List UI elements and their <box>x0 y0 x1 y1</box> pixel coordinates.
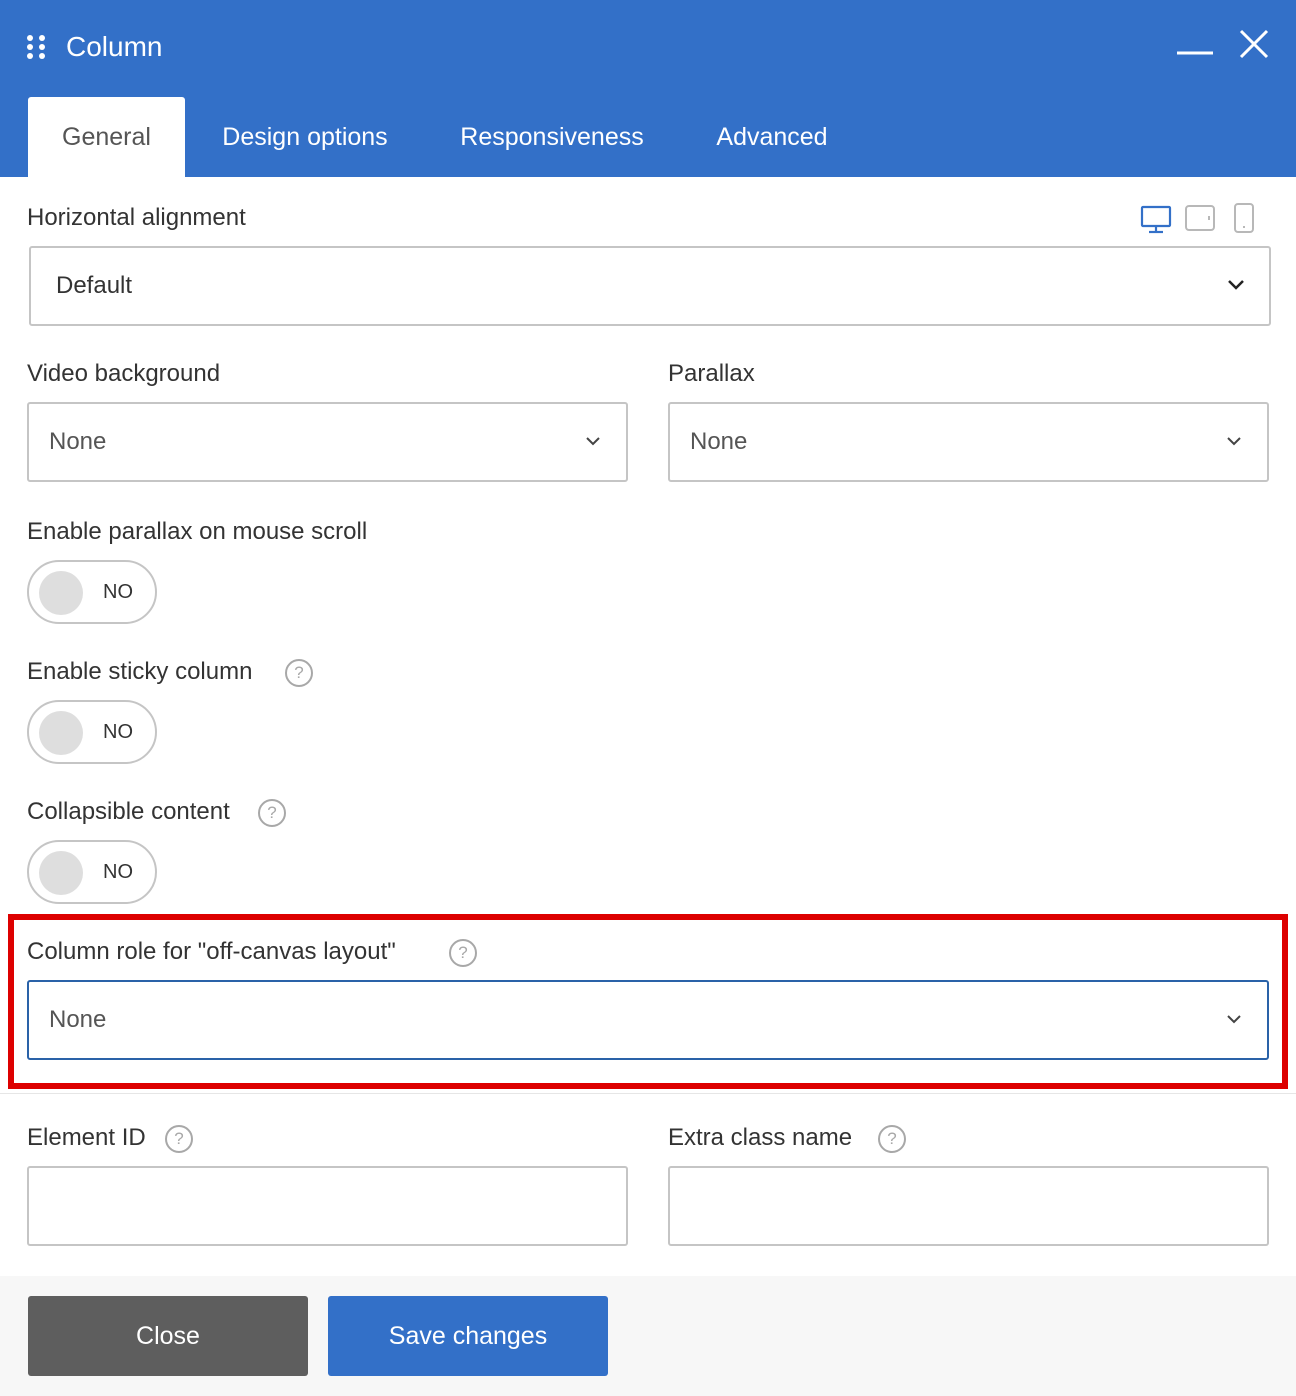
help-icon[interactable]: ? <box>878 1125 906 1153</box>
chevron-down-icon <box>1227 1015 1241 1024</box>
dialog-title: Column <box>66 31 163 62</box>
toggle-knob <box>39 851 83 895</box>
toggle-state: NO <box>103 861 133 883</box>
toggle-state: NO <box>103 721 133 743</box>
desktop-icon[interactable] <box>1140 205 1172 240</box>
horizontal-alignment-select[interactable]: Default <box>29 246 1271 326</box>
chevron-down-icon <box>1228 280 1244 290</box>
offcanvas-role-select[interactable]: None <box>27 980 1269 1060</box>
close-button[interactable]: Close <box>28 1296 308 1376</box>
dialog-header: Column General Design options Responsive… <box>0 0 1296 177</box>
tab-design-options[interactable]: Design options <box>203 97 407 177</box>
parallax-mouse-toggle[interactable]: NO <box>27 560 157 624</box>
help-icon[interactable]: ? <box>258 799 286 827</box>
offcanvas-role-value: None <box>49 1006 107 1033</box>
video-background-select[interactable]: None <box>27 402 628 482</box>
tab-general[interactable]: General <box>28 97 185 177</box>
toggle-knob <box>39 711 83 755</box>
minimize-icon[interactable] <box>1175 24 1215 68</box>
help-icon[interactable]: ? <box>165 1125 193 1153</box>
extra-class-input[interactable] <box>668 1166 1269 1246</box>
horizontal-alignment-value: Default <box>56 272 133 299</box>
save-changes-button[interactable]: Save changes <box>328 1296 608 1376</box>
toggle-knob <box>39 571 83 615</box>
element-id-input[interactable] <box>27 1166 628 1246</box>
close-icon[interactable] <box>1234 24 1274 68</box>
sticky-column-label: Enable sticky column <box>27 658 253 685</box>
help-icon[interactable]: ? <box>285 659 313 687</box>
parallax-value: None <box>690 428 748 455</box>
chevron-down-icon <box>586 437 600 446</box>
tablet-icon[interactable] <box>1184 204 1216 237</box>
video-background-value: None <box>49 428 107 455</box>
tab-advanced[interactable]: Advanced <box>698 97 846 177</box>
chevron-down-icon <box>1227 437 1241 446</box>
divider <box>0 1093 1296 1094</box>
parallax-select[interactable]: None <box>668 402 1269 482</box>
parallax-mouse-label: Enable parallax on mouse scroll <box>27 518 368 545</box>
toggle-state: NO <box>103 581 133 603</box>
help-icon[interactable]: ? <box>449 939 477 967</box>
parallax-label: Parallax <box>668 360 755 387</box>
horizontal-alignment-label: Horizontal alignment <box>27 204 246 231</box>
video-background-label: Video background <box>27 360 221 387</box>
collapsible-content-label: Collapsible content <box>27 798 230 825</box>
sticky-column-toggle[interactable]: NO <box>27 700 157 764</box>
offcanvas-role-label: Column role for "off-canvas layout" <box>27 938 396 965</box>
collapsible-content-toggle[interactable]: NO <box>27 840 157 904</box>
extra-class-label: Extra class name <box>668 1124 853 1151</box>
tab-responsiveness[interactable]: Responsiveness <box>443 97 661 177</box>
element-id-label: Element ID <box>27 1124 146 1151</box>
drag-handle-icon[interactable] <box>27 35 45 59</box>
mobile-icon[interactable] <box>1233 202 1255 239</box>
